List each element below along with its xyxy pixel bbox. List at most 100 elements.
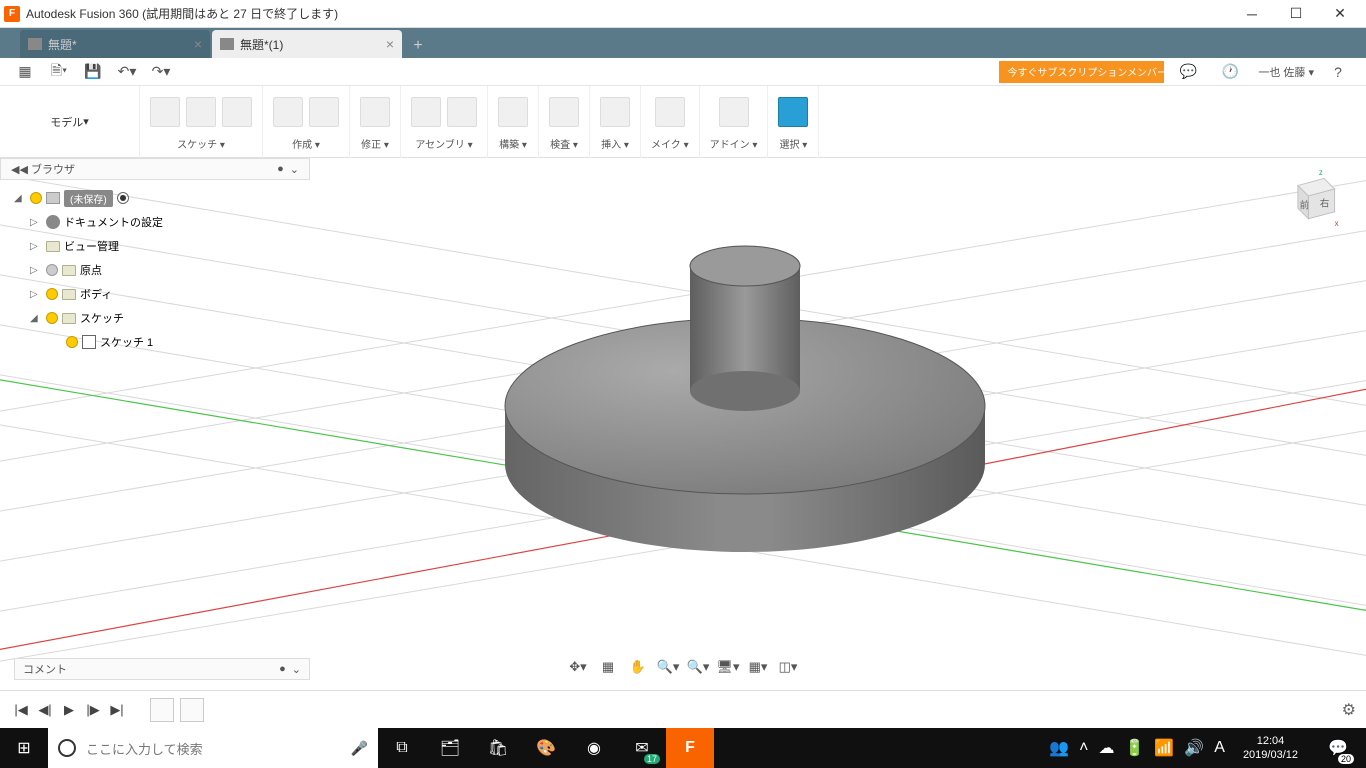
document-tab-1[interactable]: 無題* × — [20, 30, 210, 58]
window-title: Autodesk Fusion 360 (試用期間はあと 27 日で終了します) — [26, 5, 1230, 22]
extrude-icon[interactable] — [273, 97, 303, 127]
bulb-icon[interactable] — [30, 192, 42, 204]
display-button[interactable]: 🖥▾ — [714, 656, 742, 678]
mail-icon[interactable]: ✉17 — [618, 728, 666, 768]
fusion-app-icon[interactable]: F — [666, 728, 714, 768]
tree-item-views[interactable]: ▷ ビュー管理 — [0, 234, 310, 258]
minimize-button[interactable]: ─ — [1230, 0, 1274, 28]
taskbar-clock[interactable]: 12:04 2019/03/12 — [1235, 734, 1306, 762]
tree-item-sketches[interactable]: ◢ スケッチ — [0, 306, 310, 330]
chevron-right-icon[interactable]: ▷ — [30, 241, 42, 252]
timeline-start-button[interactable]: |◀ — [10, 699, 32, 721]
bulb-icon[interactable] — [46, 312, 58, 324]
timeline-feature-extrude[interactable] — [180, 698, 204, 722]
cube-icon — [220, 38, 234, 50]
plane-icon[interactable] — [498, 97, 528, 127]
orbit-button[interactable]: ✥▾ — [564, 656, 592, 678]
volume-icon[interactable]: 🔊 — [1184, 738, 1204, 758]
timeline-end-button[interactable]: ▶| — [106, 699, 128, 721]
undo-button[interactable]: ↶▾ — [112, 60, 142, 84]
close-button[interactable]: ✕ — [1318, 0, 1362, 28]
timeline-settings-button[interactable]: ⚙ — [1342, 700, 1356, 720]
chevron-down-icon[interactable]: ⌄ — [292, 663, 301, 676]
file-menu-button[interactable]: 🗎▾ — [44, 60, 74, 84]
file-explorer-icon[interactable]: 🗂 — [426, 728, 474, 768]
bulb-icon[interactable] — [46, 288, 58, 300]
tray-expand-icon[interactable]: ˄ — [1079, 739, 1088, 757]
rect-tool-icon[interactable] — [222, 97, 252, 127]
joint-icon[interactable] — [411, 97, 441, 127]
comments-bar[interactable]: コメント ●⌄ — [14, 658, 310, 680]
view-cube[interactable]: z 前 右 x — [1276, 168, 1346, 238]
people-icon[interactable]: 👥 — [1049, 738, 1069, 758]
addins-icon[interactable] — [719, 97, 749, 127]
chevron-right-icon[interactable]: ▷ — [30, 265, 42, 276]
user-menu[interactable]: 一也 佐藤 ▾ — [1258, 64, 1314, 80]
3dprint-icon[interactable] — [655, 97, 685, 127]
paint-icon[interactable]: 🎨 — [522, 728, 570, 768]
grid-button[interactable]: ▦▾ — [744, 656, 772, 678]
tree-item-doc-settings[interactable]: ▷ ドキュメントの設定 — [0, 210, 310, 234]
sketch-tool-icon[interactable] — [150, 97, 180, 127]
save-button[interactable]: 💾 — [78, 60, 108, 84]
workspace-switcher[interactable]: モデル ▾ — [0, 86, 140, 158]
tree-item-sketch1[interactable]: スケッチ 1 — [0, 330, 310, 354]
redo-button[interactable]: ↷▾ — [146, 60, 176, 84]
tree-root[interactable]: ◢ (未保存) — [0, 186, 310, 210]
zoom-button[interactable]: 🔍▾ — [654, 656, 682, 678]
clock-icon[interactable]: 🕐 — [1212, 60, 1248, 84]
activate-radio[interactable] — [117, 192, 129, 204]
circle-icon[interactable]: ● — [277, 163, 284, 176]
bulb-icon[interactable] — [66, 336, 78, 348]
select-tool-icon[interactable] — [778, 97, 808, 127]
onedrive-icon[interactable]: ☁ — [1099, 738, 1115, 758]
tree-item-origin[interactable]: ▷ 原点 — [0, 258, 310, 282]
asbuilt-icon[interactable] — [447, 97, 477, 127]
gear-icon — [46, 215, 60, 229]
chevron-down-icon[interactable]: ◢ — [30, 313, 42, 324]
bulb-icon[interactable] — [46, 264, 58, 276]
action-center-button[interactable]: 💬20 — [1316, 728, 1360, 768]
timeline-prev-button[interactable]: ◀| — [34, 699, 56, 721]
chat-icon[interactable]: 💬 — [1170, 60, 1206, 84]
subscribe-button[interactable]: 今すぐサブスクリプションメンバーに... — [999, 61, 1164, 83]
timeline-next-button[interactable]: |▶ — [82, 699, 104, 721]
pan-button[interactable]: ✋ — [624, 656, 652, 678]
line-tool-icon[interactable] — [186, 97, 216, 127]
help-button[interactable]: ? — [1320, 60, 1356, 84]
box-icon[interactable] — [309, 97, 339, 127]
chevron-right-icon[interactable]: ▷ — [30, 217, 42, 228]
battery-icon[interactable]: 🔋 — [1125, 738, 1145, 758]
chrome-icon[interactable]: ◉ — [570, 728, 618, 768]
ime-icon[interactable]: A — [1214, 739, 1225, 757]
group-label: 作成 ▾ — [292, 136, 320, 151]
timeline-play-button[interactable]: ▶ — [58, 699, 80, 721]
timeline-feature-sketch[interactable] — [150, 698, 174, 722]
pressPull-icon[interactable] — [360, 97, 390, 127]
collapse-icon[interactable]: ◀◀ — [11, 163, 28, 176]
taskbar-search[interactable]: ここに入力して検索 🎤 — [48, 728, 378, 768]
task-view-button[interactable]: ⧉ — [378, 728, 426, 768]
close-icon[interactable]: × — [386, 36, 394, 52]
grid-menu-button[interactable]: ▦ — [10, 60, 40, 84]
maximize-button[interactable]: ☐ — [1274, 0, 1318, 28]
tree-item-bodies[interactable]: ▷ ボディ — [0, 282, 310, 306]
close-icon[interactable]: × — [194, 36, 202, 52]
add-tab-button[interactable]: + — [404, 34, 432, 58]
browser-header[interactable]: ◀◀ ブラウザ ●⌄ — [0, 158, 310, 180]
chevron-right-icon[interactable]: ▷ — [30, 289, 42, 300]
mic-icon[interactable]: 🎤 — [351, 740, 368, 757]
chevron-down-icon[interactable]: ◢ — [14, 193, 26, 204]
wifi-icon[interactable]: 📶 — [1154, 738, 1174, 758]
store-icon[interactable]: 🛍 — [474, 728, 522, 768]
start-button[interactable]: ⊞ — [0, 728, 48, 768]
viewport-button[interactable]: ◫▾ — [774, 656, 802, 678]
lookAt-button[interactable]: ▦ — [594, 656, 622, 678]
decal-icon[interactable] — [600, 97, 630, 127]
chevron-down-icon[interactable]: ⌄ — [290, 163, 299, 176]
fit-button[interactable]: 🔍▾ — [684, 656, 712, 678]
document-tab-2[interactable]: 無題*(1) × — [212, 30, 402, 58]
circle-icon[interactable]: ● — [279, 663, 286, 676]
measure-icon[interactable] — [549, 97, 579, 127]
group-label: 挿入 ▾ — [601, 136, 629, 151]
